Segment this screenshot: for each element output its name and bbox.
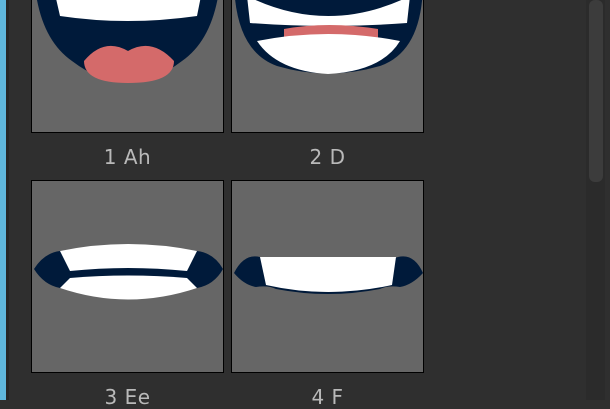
viseme-label-ee: 3 Ee [104,385,151,409]
vertical-scrollbar-thumb[interactable] [589,0,603,182]
viseme-thumbnail-ah[interactable] [31,0,224,133]
mouth-d-icon [235,0,423,74]
viseme-label-ah: 1 Ah [103,145,152,169]
viseme-label-f: 4 F [311,385,344,409]
mouth-f-icon [234,256,423,294]
viseme-label-d: 2 D [309,145,346,169]
mouth-ee-icon [34,244,223,300]
viseme-thumbnail-d[interactable] [231,0,424,133]
viseme-thumbnail-ee[interactable] [31,180,224,373]
viseme-grid: 1 Ah 2 D 3 Ee 4 F [0,0,580,409]
viseme-thumbnail-f[interactable] [231,180,424,373]
mouth-ah-icon [37,0,218,83]
